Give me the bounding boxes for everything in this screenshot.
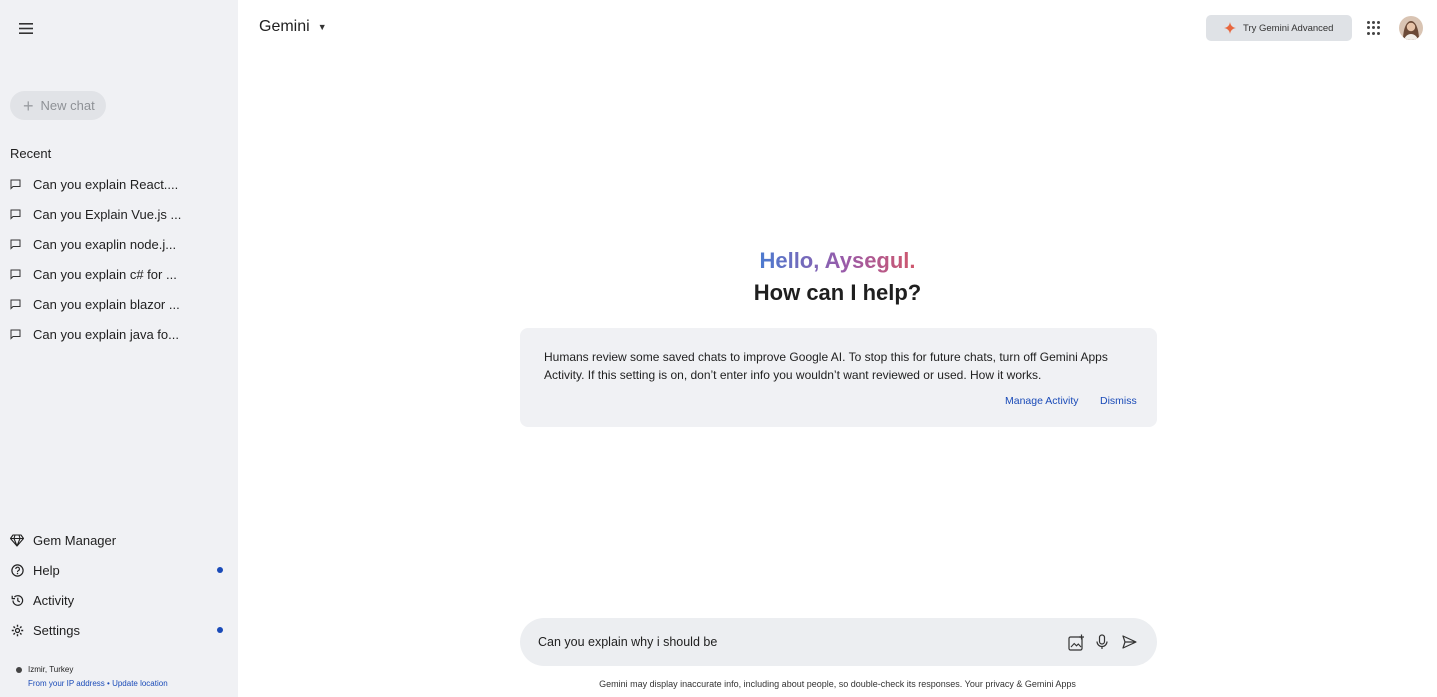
prompt-bar	[520, 618, 1157, 666]
sidebar-item-activity[interactable]: Activity	[0, 585, 238, 615]
gear-icon	[10, 623, 24, 637]
avatar[interactable]	[1399, 16, 1423, 40]
history-icon	[10, 593, 24, 607]
notification-dot	[217, 567, 223, 573]
recent-chat-title: Can you explain React....	[33, 176, 179, 192]
chat-bubble-icon	[10, 298, 22, 310]
menu-icon[interactable]	[14, 16, 38, 40]
caret-down-icon: ▼	[317, 22, 327, 32]
sidebar-bottom-nav: Gem Manager Help Activity Settings	[0, 525, 238, 645]
prompt-input[interactable]	[538, 632, 1058, 652]
privacy-link[interactable]: Your privacy & Gemini Apps	[965, 679, 1076, 689]
sidebar-item-label: Gem Manager	[33, 532, 117, 548]
recent-chat-item[interactable]: Can you Explain Vue.js ...	[0, 199, 238, 229]
recent-heading: Recent	[10, 146, 52, 161]
new-chat-button[interactable]: + New chat	[10, 91, 106, 120]
recent-chat-title: Can you explain java fo...	[33, 326, 179, 342]
try-advanced-label: Try Gemini Advanced	[1243, 22, 1334, 34]
privacy-notice-card: Humans review some saved chats to improv…	[520, 328, 1157, 427]
plus-icon: +	[23, 95, 34, 116]
sidebar-item-label: Activity	[33, 592, 75, 608]
location-dot-icon	[16, 666, 22, 673]
manage-activity-link[interactable]: Manage Activity	[1005, 395, 1079, 407]
privacy-notice-text: Humans review some saved chats to improv…	[544, 350, 1108, 382]
chat-bubble-icon	[10, 328, 22, 340]
help-icon	[10, 563, 24, 577]
recent-chats-list: Can you explain React.... Can you Explai…	[0, 169, 238, 349]
recent-chat-title: Can you Explain Vue.js ...	[33, 206, 182, 222]
update-location-link[interactable]: Update location	[112, 679, 168, 688]
model-switcher[interactable]: Gemini ▼	[259, 18, 327, 36]
recent-chat-title: Can you exaplin node.j...	[33, 236, 177, 252]
disclaimer-text: Gemini may display inaccurate info, incl…	[599, 679, 963, 689]
gem-icon	[10, 533, 24, 547]
try-gemini-advanced-button[interactable]: Try Gemini Advanced	[1206, 15, 1352, 41]
recent-chat-title: Can you explain blazor ...	[33, 296, 180, 312]
sidebar-item-help[interactable]: Help	[0, 555, 238, 585]
send-icon[interactable]	[1120, 633, 1138, 651]
recent-chat-item[interactable]: Can you explain blazor ...	[0, 289, 238, 319]
chat-bubble-icon	[10, 208, 22, 220]
sidebar-item-settings[interactable]: Settings	[0, 615, 238, 645]
greeting-hello: Hello, Aysegul.	[759, 248, 916, 273]
location-links: From your IP address • Update location	[28, 679, 168, 688]
recent-chat-item[interactable]: Can you explain c# for ...	[0, 259, 238, 289]
recent-chat-item[interactable]: Can you exaplin node.j...	[0, 229, 238, 259]
recent-chat-item[interactable]: Can you explain java fo...	[0, 319, 238, 349]
greeting: Hello, Aysegul. How can I help?	[238, 248, 1437, 306]
sidebar: + New chat Recent Can you explain React.…	[0, 0, 238, 697]
chat-bubble-icon	[10, 238, 22, 250]
dismiss-button[interactable]: Dismiss	[1100, 395, 1137, 407]
add-image-icon[interactable]	[1067, 633, 1085, 651]
chat-bubble-icon	[10, 268, 22, 280]
sparkle-icon	[1224, 22, 1236, 34]
notification-dot	[217, 627, 223, 633]
chat-bubble-icon	[10, 178, 22, 190]
disclaimer: Gemini may display inaccurate info, incl…	[238, 679, 1437, 689]
location-place: Izmir, Turkey	[28, 665, 74, 674]
new-chat-label: New chat	[40, 98, 95, 113]
sidebar-item-label: Settings	[33, 622, 80, 638]
location-separator: •	[107, 679, 110, 688]
recent-chat-item[interactable]: Can you explain React....	[0, 169, 238, 199]
microphone-icon[interactable]	[1093, 633, 1111, 651]
google-apps-icon[interactable]	[1367, 21, 1381, 35]
location-info: Izmir, Turkey	[16, 665, 73, 674]
greeting-subtitle: How can I help?	[753, 280, 922, 305]
sidebar-item-label: Help	[33, 562, 60, 578]
sidebar-item-gem-manager[interactable]: Gem Manager	[0, 525, 238, 555]
model-name: Gemini	[259, 18, 310, 35]
ip-address-link[interactable]: From your IP address	[28, 679, 105, 688]
recent-chat-title: Can you explain c# for ...	[33, 266, 177, 282]
